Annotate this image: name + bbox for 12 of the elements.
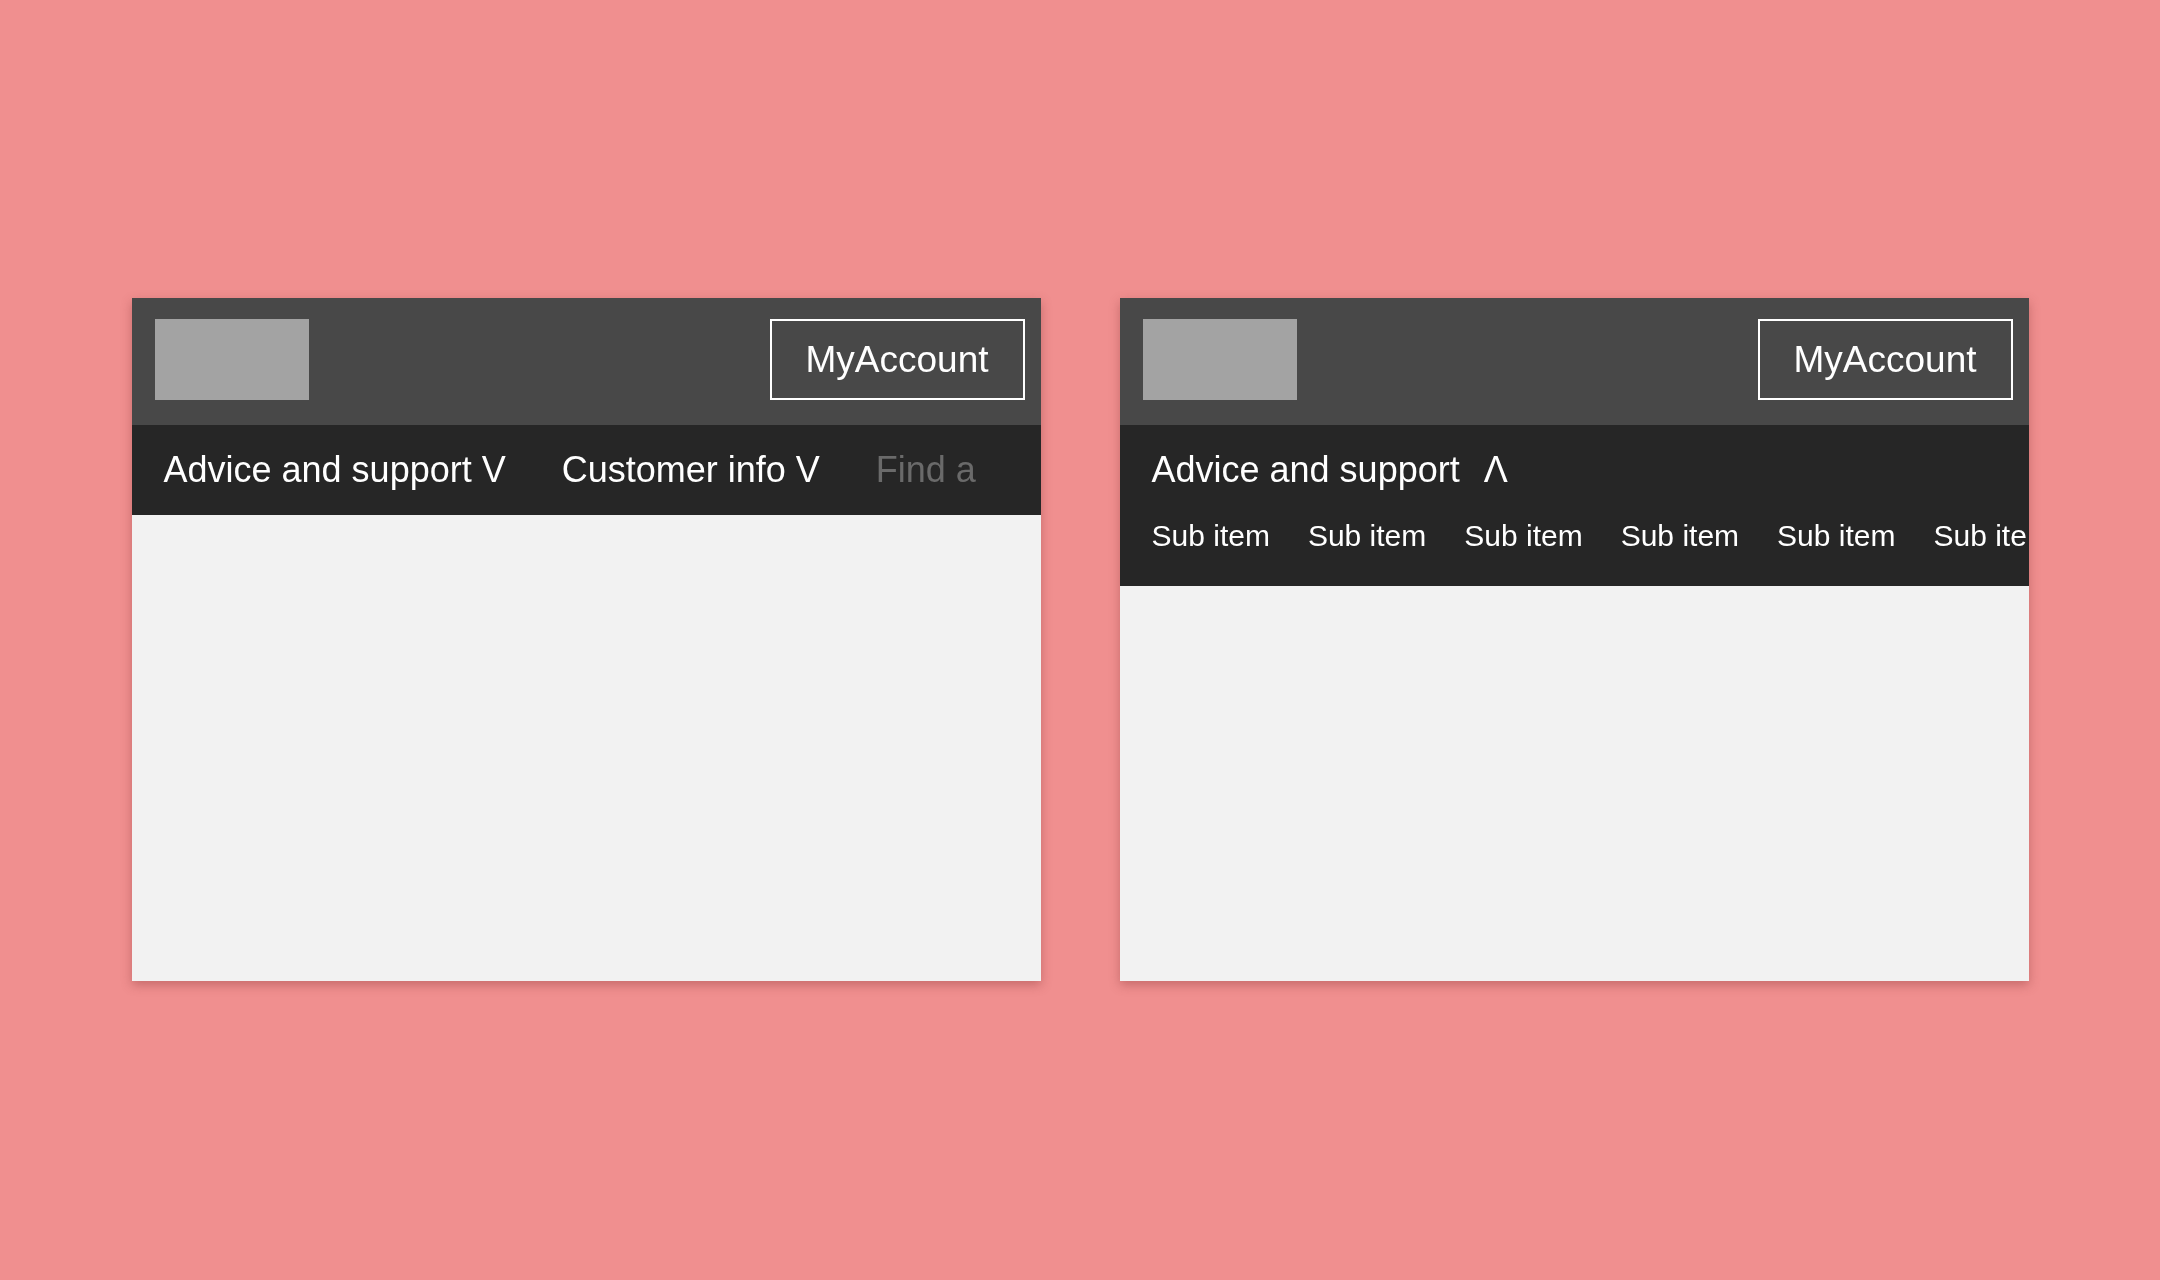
nav-menu-item[interactable]: Advice and support V [163,443,506,497]
submenu-item[interactable]: Sub ite [1933,513,2027,558]
account-button[interactable]: MyAccount [1757,319,2013,400]
nav-menu-item[interactable]: Customer info V [561,443,820,497]
submenu-item[interactable]: Sub item [1464,513,1583,558]
nav-menu-item[interactable]: Advice and support [1151,443,1460,497]
submenu-item[interactable]: Sub item [1620,513,1740,558]
submenu-item[interactable]: Sub item [1777,513,1896,558]
caret-icon[interactable]: Λ [1483,443,1508,497]
account-button[interactable]: MyAccount [769,319,1025,400]
submenu-item[interactable]: Sub item [1151,513,1270,558]
submenu-item[interactable]: Sub item [1307,513,1427,558]
